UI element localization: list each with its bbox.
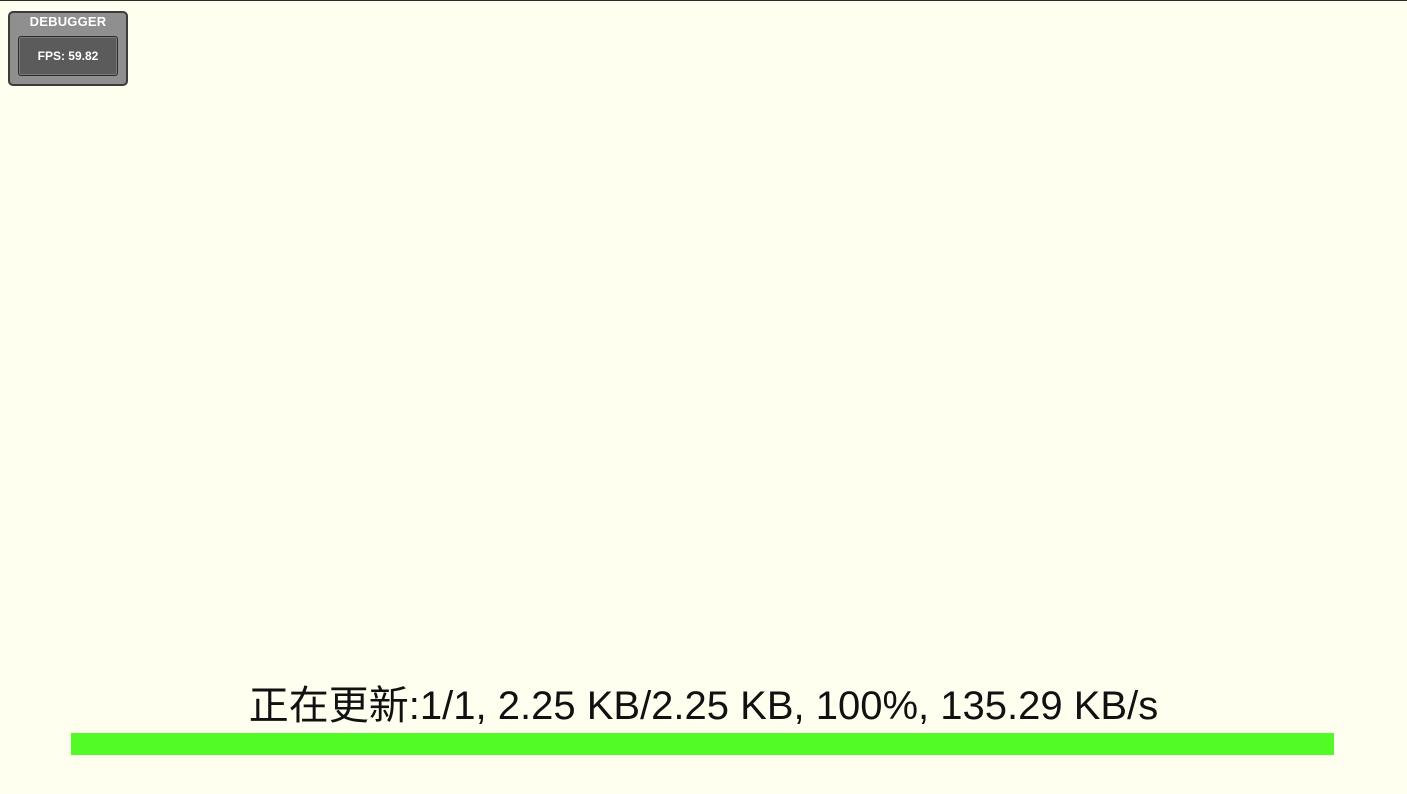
update-progress-bar	[71, 733, 1334, 755]
debugger-panel[interactable]: DEBUGGER FPS: 59.82	[8, 11, 128, 86]
top-border	[0, 0, 1407, 1]
fps-counter[interactable]: FPS: 59.82	[18, 36, 118, 76]
update-status-text: 正在更新:1/1, 2.25 KB/2.25 KB, 100%, 135.29 …	[248, 684, 1159, 728]
fps-label: FPS: 59.82	[37, 49, 99, 63]
debugger-title: DEBUGGER	[29, 14, 107, 29]
update-progress-fill	[71, 733, 1334, 755]
